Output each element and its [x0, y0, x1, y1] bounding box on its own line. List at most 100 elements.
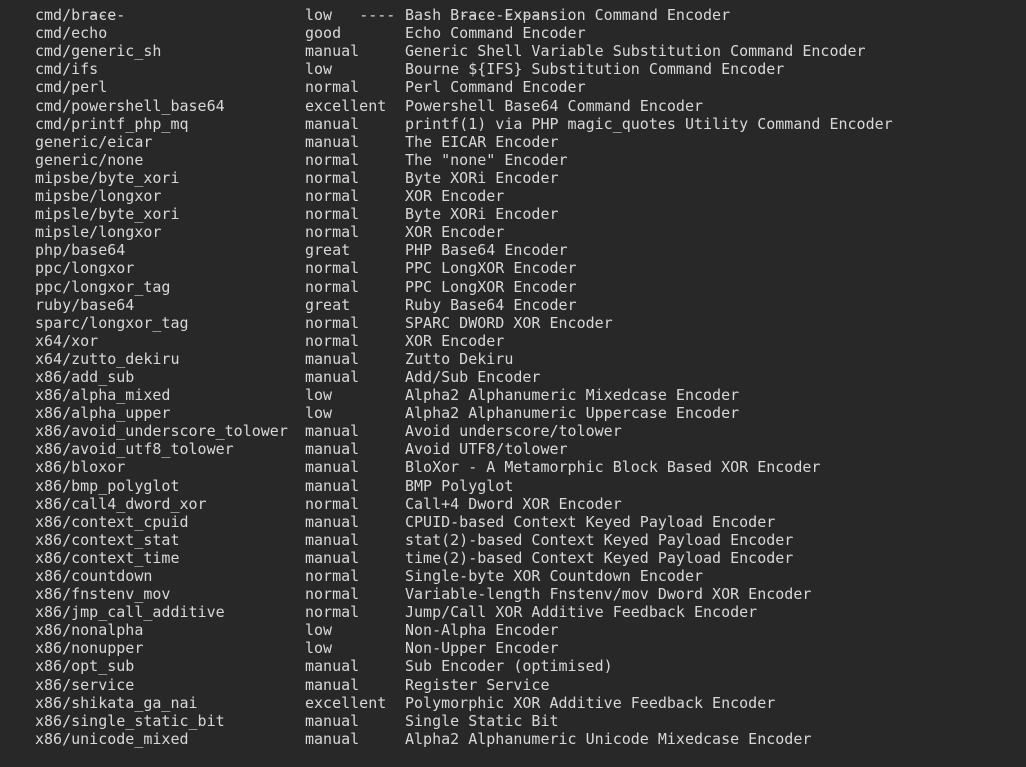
- table-row: x86/shikata_ga_nai excellent Polymorphic X…: [0, 694, 1026, 712]
- encoder-rank: normal: [305, 187, 360, 206]
- table-row: x86/alpha_upper low Alpha2 Alphanumeric Up…: [0, 404, 1026, 422]
- encoder-rank: manual: [305, 349, 360, 368]
- encoder-name: sparc/longxor_tag: [35, 313, 189, 332]
- encoder-description: Single Static Bit: [405, 711, 559, 730]
- encoder-description: Byte XORi Encoder: [405, 205, 559, 224]
- encoder-description: Alpha2 Alphanumeric Mixedcase Encoder: [405, 386, 740, 405]
- encoder-name: x64/zutto_dekiru: [35, 349, 180, 368]
- encoder-description: Powershell Base64 Command Encoder: [405, 96, 704, 115]
- encoder-description: The "none" Encoder: [405, 150, 568, 169]
- encoder-name: x86/context_cpuid: [35, 512, 189, 531]
- table-row: x64/xor normal XOR Encoder: [0, 332, 1026, 350]
- encoder-rank: normal: [305, 331, 360, 350]
- table-row: cmd/brace low Bash Brace Expansion Command…: [0, 6, 1026, 24]
- encoder-description: Sub Encoder (optimised): [405, 657, 613, 676]
- encoder-name: ruby/base64: [35, 295, 135, 314]
- encoder-rank: manual: [305, 675, 360, 694]
- table-row: mipsbe/byte_xori normal Byte XORi Encoder: [0, 169, 1026, 187]
- encoder-rank: normal: [305, 259, 360, 278]
- encoder-rank: normal: [305, 205, 360, 224]
- table-row: x86/nonupper low Non-Upper Encoder: [0, 639, 1026, 657]
- encoder-rank: low: [305, 386, 333, 405]
- encoder-name: generic/eicar: [35, 132, 153, 151]
- encoder-description: time(2)-based Context Keyed Payload Enco…: [405, 548, 794, 567]
- encoder-description: Add/Sub Encoder: [405, 367, 541, 386]
- encoder-rank: low: [305, 621, 333, 640]
- table-row: x86/unicode_mixed manual Alpha2 Alphanumer…: [0, 730, 1026, 748]
- encoder-description: Call+4 Dword XOR Encoder: [405, 494, 622, 513]
- table-row: x86/opt_sub manual Sub Encoder (optimised): [0, 657, 1026, 675]
- encoder-rank: normal: [305, 78, 360, 97]
- encoder-rank: normal: [305, 277, 360, 296]
- encoder-rank: manual: [305, 530, 360, 549]
- encoder-description: Bourne ${IFS} Substitution Command Encod…: [405, 60, 785, 79]
- encoder-description: PPC LongXOR Encoder: [405, 259, 577, 278]
- encoder-rank: normal: [305, 150, 360, 169]
- encoder-name: cmd/ifs: [35, 60, 99, 79]
- table-row: generic/eicar manual The EICAR Encoder: [0, 133, 1026, 151]
- table-row: php/base64 great PHP Base64 Encoder: [0, 241, 1026, 259]
- encoder-name: x86/countdown: [35, 567, 153, 585]
- table-row: generic/none normal The "none" Encoder: [0, 151, 1026, 169]
- encoder-rank: manual: [305, 512, 360, 531]
- encoder-rank: manual: [305, 42, 360, 61]
- table-row: x86/call4_dword_xor normal Call+4 Dword XO…: [0, 495, 1026, 513]
- encoder-description: printf(1) via PHP magic_quotes Utility C…: [405, 114, 893, 133]
- encoder-description: BMP Polyglot: [405, 476, 514, 495]
- table-row: x86/avoid_utf8_tolower manual Avoid UTF8/t…: [0, 440, 1026, 458]
- encoder-name: x86/nonupper: [35, 639, 144, 658]
- table-row: x86/context_time manual time(2)-based Cont…: [0, 549, 1026, 567]
- encoder-name: mipsle/byte_xori: [35, 205, 180, 224]
- encoder-name: generic/none: [35, 150, 144, 169]
- terminal-output[interactable]: ---- ---- ----------- cmd/brace low Bash Bra…: [0, 0, 1026, 767]
- encoder-rank: low: [305, 60, 333, 79]
- encoder-rank: manual: [305, 729, 360, 748]
- encoder-name: x86/jmp_call_additive: [35, 603, 225, 622]
- encoder-name: x86/context_stat: [35, 530, 180, 549]
- encoder-description: Generic Shell Variable Substitution Comm…: [405, 42, 866, 61]
- encoder-name: x86/nonalpha: [35, 621, 144, 640]
- encoder-rank: manual: [305, 657, 360, 676]
- table-row: cmd/echo good Echo Command Encoder: [0, 24, 1026, 42]
- table-row: x86/add_sub manual Add/Sub Encoder: [0, 368, 1026, 386]
- encoder-name: x86/call4_dword_xor: [35, 494, 207, 513]
- encoder-description: Register Service: [405, 675, 550, 694]
- table-row: x86/alpha_mixed low Alpha2 Alphanumeric Mi…: [0, 386, 1026, 404]
- encoder-name: x86/service: [35, 675, 135, 694]
- table-row: cmd/printf_php_mq manual printf(1) via PHP…: [0, 115, 1026, 133]
- encoder-name: x86/context_time: [35, 548, 180, 567]
- terminal-scroll-region: ---- ---- ----------- cmd/brace low Bash Bra…: [0, 0, 1026, 748]
- encoder-description: Non-Alpha Encoder: [405, 621, 559, 640]
- encoder-rank: normal: [305, 494, 360, 513]
- table-row: x86/nonalpha low Non-Alpha Encoder: [0, 621, 1026, 639]
- encoder-rank: great: [305, 295, 351, 314]
- encoder-rank: manual: [305, 548, 360, 567]
- encoder-name: x86/single_static_bit: [35, 711, 225, 730]
- encoder-description: Echo Command Encoder: [405, 24, 586, 43]
- encoder-rank: manual: [305, 422, 360, 441]
- encoder-description: CPUID-based Context Keyed Payload Encode…: [405, 512, 776, 531]
- encoder-name: x86/bloxor: [35, 458, 126, 477]
- encoder-name: x86/opt_sub: [35, 657, 135, 676]
- encoder-name: cmd/echo: [35, 24, 108, 43]
- encoder-description: Bash Brace Expansion Command Encoder: [405, 6, 731, 25]
- encoder-name: cmd/printf_php_mq: [35, 114, 189, 133]
- table-row: ruby/base64 great Ruby Base64 Encoder: [0, 296, 1026, 314]
- encoder-name: ppc/longxor: [35, 259, 135, 278]
- table-row: x86/context_stat manual stat(2)-based Cont…: [0, 531, 1026, 549]
- encoder-name: x86/unicode_mixed: [35, 729, 189, 748]
- encoder-name: cmd/brace: [35, 6, 117, 25]
- table-row: cmd/ifs low Bourne ${IFS} Substitution Com…: [0, 60, 1026, 78]
- encoder-rank: low: [305, 6, 333, 25]
- encoder-description: BloXor - A Metamorphic Block Based XOR E…: [405, 458, 821, 477]
- encoder-name: cmd/powershell_base64: [35, 96, 225, 115]
- encoder-rank: good: [305, 24, 342, 43]
- encoder-rank: manual: [305, 114, 360, 133]
- table-row: x86/single_static_bit manual Single Static…: [0, 712, 1026, 730]
- encoder-name: mipsbe/longxor: [35, 187, 162, 206]
- encoder-name: x86/avoid_underscore_tolower: [35, 422, 288, 441]
- encoder-rank: manual: [305, 458, 360, 477]
- encoder-description: XOR Encoder: [405, 223, 505, 242]
- encoder-description: Perl Command Encoder: [405, 78, 586, 97]
- encoder-name: x86/shikata_ga_nai: [35, 693, 198, 712]
